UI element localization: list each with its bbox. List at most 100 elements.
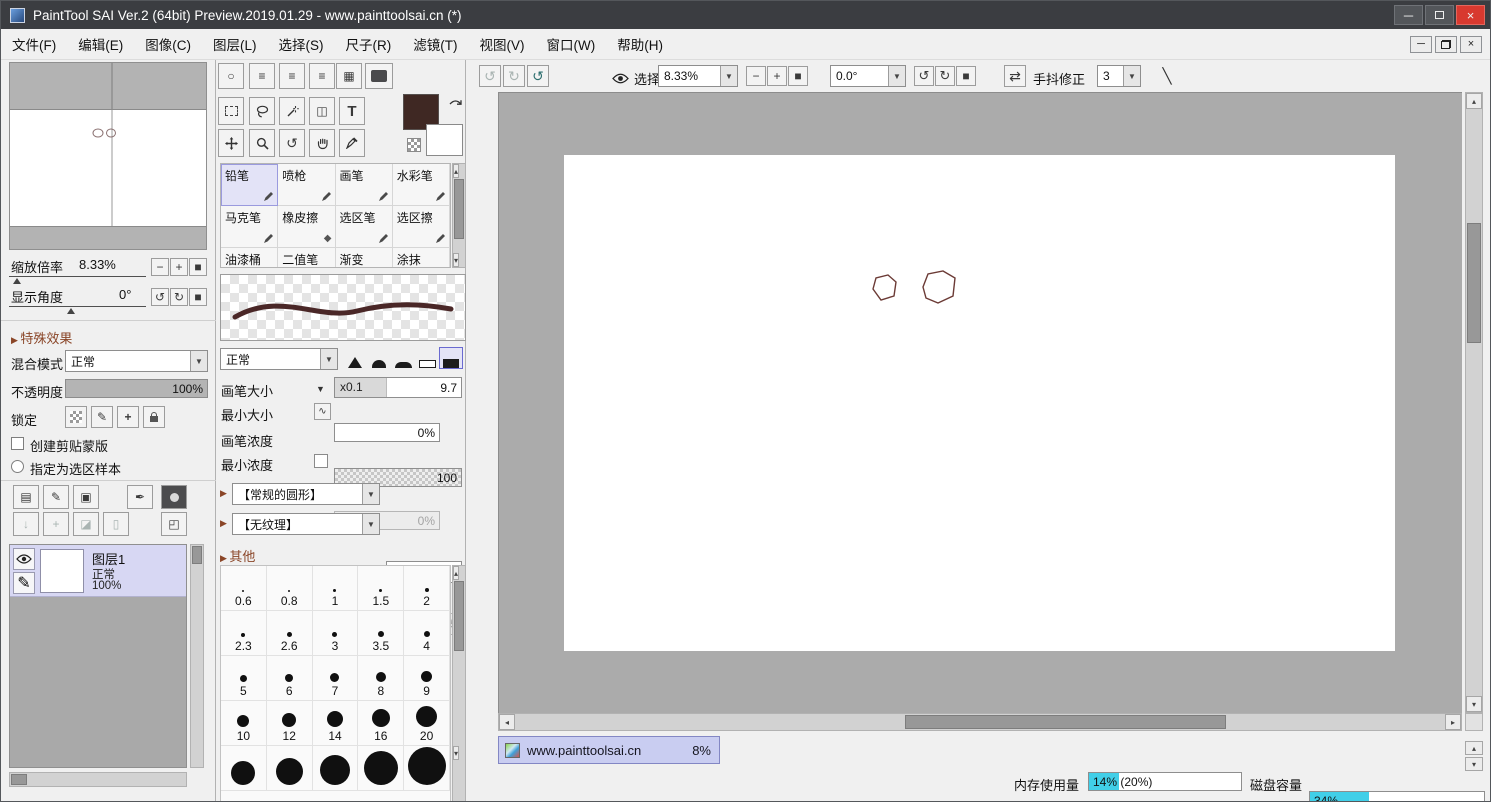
- color-mixer-button[interactable]: ≡: [309, 63, 335, 89]
- rotate-ccw-button[interactable]: ↺: [914, 66, 934, 86]
- brush-size-option[interactable]: 7: [313, 656, 359, 701]
- angle-reset-button[interactable]: ■: [956, 66, 976, 86]
- scroll-right-icon[interactable]: ▸: [1445, 714, 1461, 730]
- scroll-down-icon[interactable]: ▾: [453, 253, 459, 267]
- brush-size-option[interactable]: 12: [267, 701, 313, 746]
- swap-colors-button[interactable]: [447, 97, 464, 119]
- scroll-down-icon[interactable]: ▾: [453, 746, 459, 760]
- magic-wand-tool[interactable]: [279, 97, 305, 125]
- brush-size-slider[interactable]: x0.1 9.7: [334, 377, 462, 398]
- lock-transparency-button[interactable]: [65, 406, 87, 428]
- scroll-left-icon[interactable]: ◂: [499, 714, 515, 730]
- brush-size-option[interactable]: 6: [267, 656, 313, 701]
- blend-mode-dropdown[interactable]: 正常 ▼: [65, 350, 208, 372]
- brush-size-option[interactable]: 3.5: [358, 611, 404, 656]
- tool-grid-scrollbar[interactable]: ▴ ▾: [452, 163, 466, 268]
- brush-shape-dropdown[interactable]: 【常规的圆形】 ▼: [232, 483, 380, 505]
- triangle-right-icon[interactable]: ▶: [220, 518, 227, 529]
- color-slider-button[interactable]: ≡: [279, 63, 305, 89]
- document-tab[interactable]: www.painttoolsai.cn 8%: [498, 736, 720, 764]
- selection-visibility-toggle[interactable]: [612, 71, 629, 89]
- hue-circle-button[interactable]: ○: [218, 63, 244, 89]
- brush-size-option[interactable]: 8: [358, 656, 404, 701]
- brush-size-option[interactable]: 1: [313, 566, 359, 611]
- brush-size-option[interactable]: 0.8: [267, 566, 313, 611]
- chevron-down-icon[interactable]: ▼: [1123, 66, 1140, 86]
- hand-tool[interactable]: [309, 129, 335, 157]
- brush-size-option[interactable]: 14: [313, 701, 359, 746]
- nav-zoom-out-button[interactable]: −: [151, 258, 169, 276]
- opacity-slider[interactable]: 100%: [65, 379, 208, 398]
- rotate-view-tool[interactable]: ↺: [279, 129, 305, 157]
- triangle-right-icon[interactable]: ▶: [220, 488, 227, 499]
- brush-size-option[interactable]: [313, 746, 359, 791]
- clear-layer-button[interactable]: ◪: [73, 512, 99, 536]
- color-wheel-button[interactable]: ≡: [249, 63, 275, 89]
- text-tool[interactable]: T: [339, 97, 365, 125]
- brush-size-option[interactable]: 3: [313, 611, 359, 656]
- zoom-out-button[interactable]: −: [746, 66, 766, 86]
- navigator-preview[interactable]: [9, 62, 207, 250]
- tab-scroll-down-button[interactable]: ▾: [1465, 757, 1483, 771]
- tip-triangle[interactable]: [344, 348, 366, 368]
- minimize-button[interactable]: ─: [1394, 5, 1423, 25]
- tool-gradient[interactable]: 渐变: [336, 248, 393, 268]
- undo-button[interactable]: ↺: [479, 65, 501, 87]
- scroll-up-icon[interactable]: ▴: [453, 566, 459, 580]
- chevron-down-icon[interactable]: ▼: [320, 349, 337, 369]
- flip-horizontal-button[interactable]: ⇄: [1004, 65, 1026, 87]
- clipping-mask-checkbox[interactable]: [11, 437, 24, 450]
- chevron-down-icon[interactable]: ▼: [888, 66, 905, 86]
- lasso-tool[interactable]: [249, 97, 275, 125]
- transfer-down-button[interactable]: ↓: [13, 512, 39, 536]
- brush-size-option[interactable]: [404, 746, 450, 791]
- tool-pencil[interactable]: 铅笔: [221, 164, 278, 206]
- tool-selection-eraser[interactable]: 选区擦: [393, 206, 450, 248]
- swatches-button[interactable]: ▦: [336, 63, 362, 89]
- canvas-angle-dropdown[interactable]: 0.0° ▼: [830, 65, 906, 87]
- duplicate-layer-button[interactable]: ◰: [161, 512, 187, 536]
- brush-size-option[interactable]: 2.6: [267, 611, 313, 656]
- tool-watercolor[interactable]: 水彩笔: [393, 164, 450, 206]
- nav-zoom-slider[interactable]: [9, 276, 146, 277]
- canvas-hscrollbar[interactable]: ◂ ▸: [498, 713, 1462, 731]
- nav-angle-slider-marker[interactable]: [67, 308, 75, 314]
- layer-list-hscrollbar[interactable]: [9, 772, 187, 787]
- secondary-color-swatch[interactable]: [426, 124, 463, 156]
- canvas-vscrollbar-thumb[interactable]: [1467, 223, 1481, 343]
- brush-size-option[interactable]: 4: [404, 611, 450, 656]
- tab-scroll-up-button[interactable]: ▴: [1465, 741, 1483, 755]
- tip-round[interactable]: [368, 348, 390, 368]
- scratchpad-button[interactable]: [365, 63, 393, 89]
- mdi-close-button[interactable]: ×: [1460, 36, 1482, 53]
- scroll-down-icon[interactable]: ▾: [1466, 696, 1482, 712]
- size-grid-scrollbar-thumb[interactable]: [454, 581, 464, 651]
- tool-brush[interactable]: 画笔: [336, 164, 393, 206]
- transparent-color-toggle[interactable]: [407, 138, 421, 152]
- mdi-minimize-button[interactable]: ─: [1410, 36, 1432, 53]
- menu-view[interactable]: 视图(V): [469, 29, 536, 59]
- brush-size-option[interactable]: 10: [221, 701, 267, 746]
- move-tool[interactable]: [218, 129, 244, 157]
- brush-size-option[interactable]: 2.3: [221, 611, 267, 656]
- size-grid-scrollbar[interactable]: ▴ ▾: [452, 565, 466, 802]
- history-button[interactable]: ↺: [527, 65, 549, 87]
- menu-layer[interactable]: 图层(L): [202, 29, 268, 59]
- tip-flat-round[interactable]: [392, 348, 414, 368]
- rotate-cw-button[interactable]: ↻: [935, 66, 955, 86]
- line-tool-button[interactable]: ╲: [1156, 65, 1178, 87]
- nav-angle-reset-button[interactable]: ■: [189, 288, 207, 306]
- maximize-button[interactable]: [1425, 5, 1454, 25]
- layer-scrollbar-thumb[interactable]: [192, 546, 202, 564]
- tool-blur[interactable]: 涂抹: [393, 248, 450, 268]
- brush-size-option[interactable]: 5: [221, 656, 267, 701]
- canvas-hscrollbar-thumb[interactable]: [905, 715, 1226, 729]
- eyedropper-tool[interactable]: [339, 129, 365, 157]
- menu-file[interactable]: 文件(F): [1, 29, 67, 59]
- nav-zoom-in-button[interactable]: +: [170, 258, 188, 276]
- brush-size-option[interactable]: 16: [358, 701, 404, 746]
- selection-source-radio[interactable]: [11, 460, 24, 473]
- ruler-pen-button[interactable]: ✒: [127, 485, 153, 509]
- lock-move-button[interactable]: +: [117, 406, 139, 428]
- canvas-vscrollbar[interactable]: ▴ ▾: [1465, 92, 1483, 713]
